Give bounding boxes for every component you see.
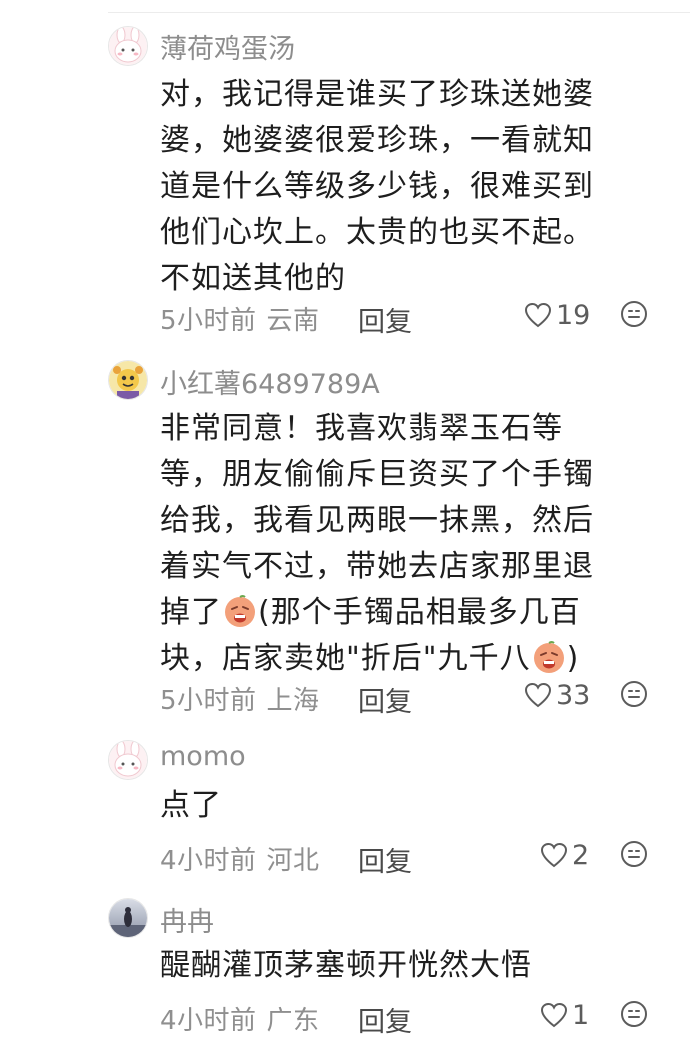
like-button[interactable]: 33 (524, 677, 590, 713)
location-text: 广东 (266, 1006, 320, 1036)
like-button[interactable]: 1 (540, 997, 589, 1033)
reply-button[interactable]: 回复 (358, 300, 412, 339)
bunny-avatar-icon[interactable] (108, 26, 148, 66)
photo-avatar-icon[interactable] (108, 898, 148, 938)
crying-face-emoji-icon (533, 641, 564, 673)
like-button[interactable]: 2 (540, 837, 589, 873)
comment-line: 婆，她婆婆很爱珍珠，一看就知 (160, 123, 594, 158)
username[interactable]: 薄荷鸡蛋汤 (160, 27, 295, 66)
time-text: 4小时前 (160, 1006, 257, 1036)
bunny-avatar-icon[interactable] (108, 740, 148, 780)
comment-text-fragment: (那个手镯品相最多几百 (258, 595, 581, 630)
username[interactable]: 冉冉 (160, 900, 214, 939)
like-button[interactable]: 19 (524, 297, 590, 333)
comment-text: 非常同意！我喜欢翡翠玉石等 等，朋友偷偷斥巨资买了个手镯 给我，我看见两眼一抹黑… (160, 406, 640, 682)
crying-face-emoji-icon (225, 595, 255, 627)
comment-text: 醍醐灌顶茅塞顿开恍然大悟 (160, 943, 640, 989)
username[interactable]: momo (160, 741, 246, 772)
timestamp: 4小时前 河北 (160, 840, 320, 877)
smiley-face-icon[interactable] (620, 840, 648, 868)
reply-button[interactable]: 回复 (358, 840, 412, 879)
comment-meta: 4小时前 河北 回复 2 (160, 840, 690, 880)
comment-meta: 5小时前 上海 回复 33 (160, 680, 690, 720)
heart-outline-icon (540, 1002, 568, 1028)
time-text: 4小时前 (160, 846, 257, 876)
heart-outline-icon (524, 302, 552, 328)
time-text: 5小时前 (160, 306, 257, 336)
like-count: 1 (572, 999, 590, 1031)
comment-line: 道是什么等级多少钱，很难买到 (160, 169, 594, 204)
time-text: 5小时前 (160, 686, 257, 716)
like-count: 19 (556, 299, 591, 331)
location-text: 河北 (266, 846, 320, 876)
comment-line: 对，我记得是谁买了珍珠送她婆 (160, 77, 594, 112)
divider (108, 12, 690, 13)
comment-line: 块，店家卖她"折后"九千八 ) (160, 636, 640, 682)
smiley-face-icon[interactable] (620, 1000, 648, 1028)
location-text: 云南 (266, 306, 320, 336)
comment-line: 醍醐灌顶茅塞顿开恍然大悟 (160, 948, 532, 983)
comment-text: 对，我记得是谁买了珍珠送她婆 婆，她婆婆很爱珍珠，一看就知 道是什么等级多少钱，… (160, 72, 640, 302)
comment-text-fragment: 块，店家卖她"折后"九千八 (160, 641, 531, 676)
smiley-face-icon[interactable] (620, 680, 648, 708)
comment-line: 给我，我看见两眼一抹黑，然后 (160, 503, 594, 538)
heart-outline-icon (524, 682, 552, 708)
reply-button[interactable]: 回复 (358, 680, 412, 719)
reply-button[interactable]: 回复 (358, 1000, 412, 1039)
comment-line: 不如送其他的 (160, 261, 346, 296)
comment-line: 等，朋友偷偷斥巨资买了个手镯 (160, 457, 594, 492)
comment-line: 着实气不过，带她去店家那里退 (160, 549, 594, 584)
timestamp: 4小时前 广东 (160, 1000, 320, 1037)
comment-line: 非常同意！我喜欢翡翠玉石等 (160, 411, 563, 446)
comment-line: 他们心坎上。太贵的也买不起。 (160, 215, 594, 250)
comment-meta: 4小时前 广东 回复 1 (160, 1000, 690, 1040)
username[interactable]: 小红薯6489789A (160, 362, 380, 401)
comment-list: 薄荷鸡蛋汤 对，我记得是谁买了珍珠送她婆 婆，她婆婆很爱珍珠，一看就知 道是什么… (0, 0, 690, 1052)
timestamp: 5小时前 云南 (160, 300, 320, 337)
location-text: 上海 (266, 686, 320, 716)
comment-text-fragment: ) (566, 641, 580, 676)
comment-text-fragment: 掉了 (160, 595, 222, 630)
timestamp: 5小时前 上海 (160, 680, 320, 717)
like-count: 33 (556, 679, 591, 711)
smiley-face-icon[interactable] (620, 300, 648, 328)
comment-text: 点了 (160, 783, 640, 829)
heart-outline-icon (540, 842, 568, 868)
comment-line: 点了 (160, 788, 222, 823)
cartoon-character-avatar-icon[interactable] (108, 360, 148, 400)
like-count: 2 (572, 839, 590, 871)
comment-line: 掉了 (那个手镯品相最多几百 (160, 590, 640, 636)
comment-meta: 5小时前 云南 回复 19 (160, 300, 690, 340)
